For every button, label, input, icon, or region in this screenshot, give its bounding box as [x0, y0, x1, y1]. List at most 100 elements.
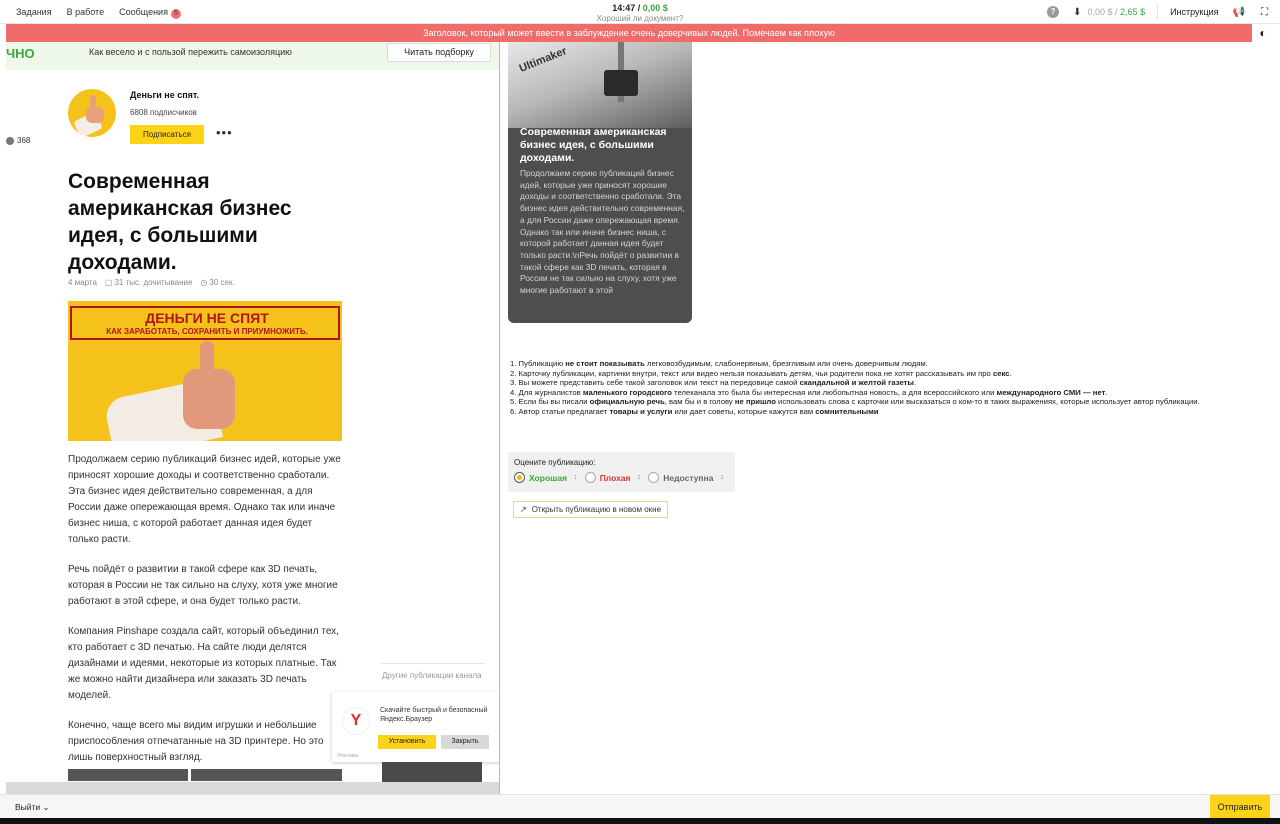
read-collection-button[interactable]: Читать подборку — [387, 43, 491, 62]
printer-head — [604, 70, 638, 96]
rating-options: Хорошая 1 Плохая 2 Недоступна 3 — [514, 472, 723, 483]
hotkey-3: 3 — [720, 474, 724, 481]
rule-bold: скандальной и желтой газеты — [799, 378, 914, 388]
ad-label: Реклама — [338, 753, 359, 759]
divider — [381, 663, 485, 664]
rating-question: Оцените публикацию: — [514, 458, 596, 467]
nav-messages-label: Сообщения — [119, 7, 168, 17]
install-button[interactable]: Установить — [378, 735, 436, 749]
rule-bold: секс — [992, 368, 1010, 378]
top-right-controls: ? ⬇ 0,00 $ / 2,65 $ Инструкция 📢 ⛶ — [1047, 4, 1268, 20]
external-link-icon: ↗ — [520, 505, 527, 514]
rule-bold: не стоит показывать — [565, 359, 645, 368]
open-in-new-window-button[interactable]: ↗ Открыть публикацию в новом окне — [513, 501, 669, 518]
rule-text: 2. Карточку публикации, картинки внутри,… — [510, 368, 993, 378]
banner-logo: ЧНО — [6, 46, 35, 61]
hotkey-2: 2 — [637, 474, 641, 481]
screen-border — [0, 818, 1280, 824]
download-icon[interactable]: ⬇ — [1073, 7, 1081, 18]
paragraph: Речь пойдёт о развитии в такой сфере как… — [68, 564, 338, 607]
nav-messages[interactable]: Сообщения 5 — [119, 7, 181, 19]
related-thumbnail[interactable] — [382, 762, 482, 782]
promo-banner: ЧНО Как весело и с пользой пережить само… — [6, 42, 500, 70]
radio-bad[interactable] — [584, 472, 596, 483]
rule-bold: товары и услуги — [609, 406, 673, 416]
divider — [1157, 4, 1159, 20]
article-date: 4 марта — [68, 278, 97, 287]
rule-text: 4. Для журналистов — [510, 387, 583, 397]
card-title: Современная американская бизнес идея, с … — [520, 126, 667, 164]
rule-text: . — [1105, 387, 1108, 397]
rules-list: 1. Публикацию не стоит показывать легков… — [510, 359, 1230, 417]
hotkey-1: 1 — [573, 474, 577, 481]
more-options-icon[interactable]: ••• — [216, 125, 233, 140]
megaphone-icon[interactable]: 📢 — [1233, 7, 1245, 18]
cover-subtitle: КАК ЗАРАБОТАТЬ, СОХРАНИТЬ И ПРИУМНОЖИТЬ. — [106, 327, 308, 336]
card-photo: Ultimaker — [508, 42, 692, 128]
subscribe-button[interactable]: Подписаться — [130, 125, 204, 144]
yandex-logo-icon: Y — [342, 707, 370, 735]
pane-divider — [499, 42, 500, 794]
rule-bold: международного СМИ — нет — [996, 387, 1106, 397]
article-photo — [68, 769, 342, 781]
article-body: Продолжаем серию публикаций бизнес идей,… — [68, 452, 344, 780]
rule-text: или дает советы, которые кажутся вам — [672, 406, 816, 416]
exit-dropdown[interactable]: Выйти ⌄ — [15, 802, 50, 813]
cover-title: ДЕНЬГИ НЕ СПЯТ — [145, 310, 269, 326]
cover-image: ДЕНЬГИ НЕ СПЯТ КАК ЗАРАБОТАТЬ, СОХРАНИТЬ… — [68, 301, 342, 441]
article-title: Современная американская бизнес идея, с … — [68, 170, 292, 274]
rule-text: 1. Публикацию — [510, 359, 566, 368]
nav-tasks[interactable]: Задания — [16, 7, 52, 19]
rule-text: использовать слова с карточки или высказ… — [775, 397, 1200, 407]
reads-value: 31 тыс. дочитывание — [114, 278, 193, 287]
earned-value: 0,00 $ — [642, 3, 668, 13]
read-time-value: 30 сек. — [209, 278, 235, 287]
radio-good[interactable] — [514, 472, 525, 483]
help-icon[interactable]: ? — [1047, 6, 1060, 18]
balance: 0,00 $ / 2,65 $ — [1087, 7, 1146, 17]
horizontal-scrollbar[interactable] — [6, 782, 500, 794]
messages-badge: 5 — [170, 9, 181, 19]
cover-title-box: ДЕНЬГИ НЕ СПЯТ КАК ЗАРАБОТАТЬ, СОХРАНИТЬ… — [70, 306, 340, 340]
avatar-thumb — [90, 95, 96, 109]
rating-option-unavailable[interactable]: Недоступна 3 — [648, 472, 723, 483]
rating-good-label: Хорошая — [529, 472, 567, 483]
contrast-icon[interactable]: ◐ — [1253, 24, 1273, 42]
fullscreen-icon[interactable]: ⛶ — [1261, 7, 1268, 18]
avatar-fist — [86, 107, 104, 123]
radio-unavailable[interactable] — [648, 472, 660, 483]
article-pane[interactable]: ЧНО Как весело и с пользой пережить само… — [6, 42, 500, 794]
balance-total: 2,65 $ — [1120, 7, 1146, 17]
rating-option-good[interactable]: Хорошая 1 — [514, 472, 577, 483]
rule-text: 5. Если бы вы писали — [510, 397, 590, 407]
close-ad-button[interactable]: Закрыть — [441, 735, 489, 749]
rule-text: телеканала это была бы интересная или лю… — [671, 387, 997, 397]
rating-option-bad[interactable]: Плохая 2 — [584, 472, 641, 483]
timer: 14:47 / 0,00 $ Хороший ли документ? — [540, 3, 740, 23]
rating-panel: Оцените публикацию: Хорошая 1 Плохая 2 Нед… — [508, 452, 735, 492]
top-bar: Задания В работе Сообщения 5 14:47 / 0,00… — [0, 0, 1280, 24]
channel-name[interactable]: Деньги не спят. — [130, 90, 199, 100]
rule-bold: сомнительными — [815, 406, 879, 416]
instruction-link[interactable]: Инструкция — [1170, 7, 1218, 17]
subscriber-count: 6808 подписчиков — [130, 108, 197, 117]
book-icon: ▢ — [104, 278, 113, 287]
task-subtitle: Хороший ли документ? — [596, 14, 684, 23]
rule-text: легковозбудимым, слабонервным, брезгливы… — [644, 359, 928, 368]
warning-banner: Заголовок, который может ввести в заблуж… — [6, 24, 1252, 42]
balance-current: 0,00 $ — [1087, 7, 1113, 17]
rule-item: 3. Вы можете представить себе такой заго… — [510, 378, 1230, 388]
card-photo-brand: Ultimaker — [517, 45, 569, 75]
article-meta: 4 марта ▢ 31 тыс. дочитывание ◷ 30 сек. — [68, 278, 235, 287]
reads-stat: ▢ 31 тыс. дочитывание — [105, 278, 192, 287]
nav-in-progress[interactable]: В работе — [67, 7, 105, 19]
rule-bold: не пришло — [734, 397, 776, 407]
submit-button[interactable]: Отправить — [1210, 795, 1270, 819]
card-text: Продолжаем серию публикаций бизнес идей,… — [520, 168, 685, 296]
browser-ad: Y Скачайте быстрый и безопасный Яндекс.Б… — [332, 692, 500, 762]
cover-hand — [183, 369, 235, 429]
side-count-value: 368 — [17, 136, 31, 145]
channel-avatar[interactable] — [68, 89, 116, 137]
paragraph: Компания Pinshape создала сайт, который … — [68, 626, 339, 701]
rule-item: 1. Публикацию не стоит показывать легков… — [510, 359, 1230, 369]
